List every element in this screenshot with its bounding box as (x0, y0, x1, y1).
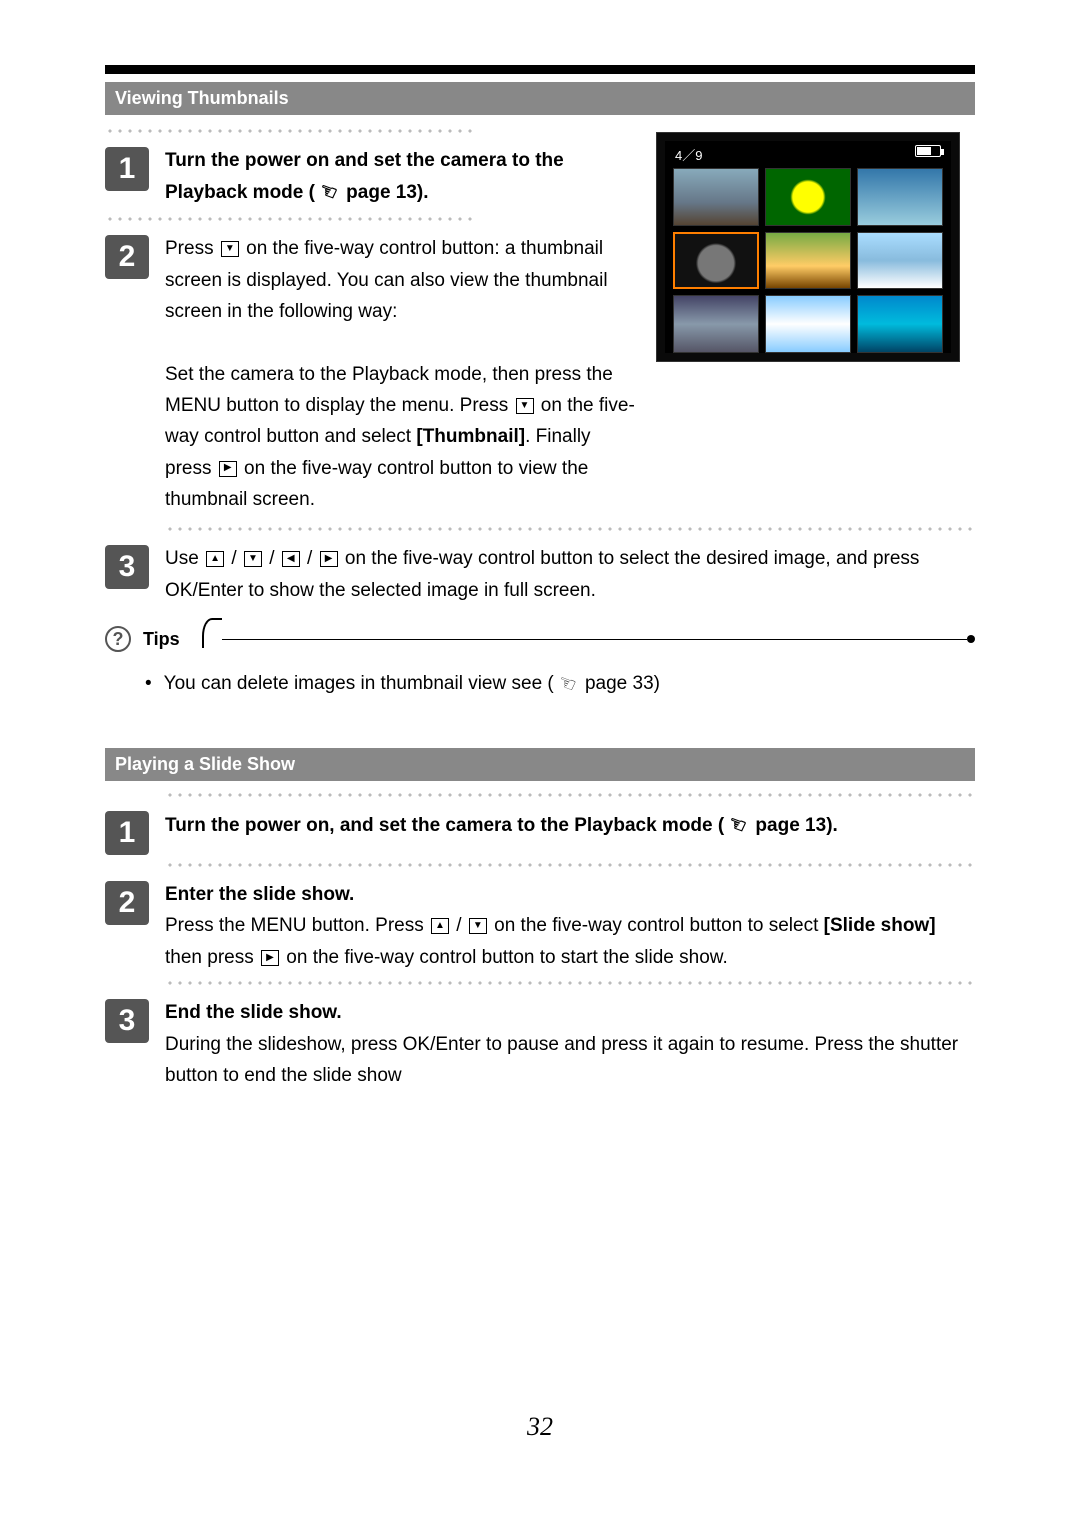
tips-label: Tips (143, 629, 190, 650)
thumbnail-grid (665, 166, 951, 361)
image-counter: 4／9 (675, 145, 702, 164)
thumbnail (673, 168, 759, 226)
tips-header: ? Tips (105, 626, 975, 652)
section1-body: 1 Turn the power on and set the camera t… (105, 123, 975, 519)
right-arrow-icon: ▶ (219, 461, 237, 477)
s2-step3-text: End the slide show. During the slideshow… (165, 981, 975, 1091)
hand-pointer-icon: ☞ (723, 807, 751, 844)
top-rule (105, 65, 975, 74)
camera-screen: 4／9 (657, 133, 959, 361)
step1-text: Turn the power on and set the camera to … (165, 129, 637, 209)
page-number: 32 (0, 1412, 1080, 1442)
tips-rule (202, 630, 975, 648)
step3-text: Use ▲ / ▼ / ◀ / ▶ on the five-way contro… (165, 527, 975, 606)
thumbnail (857, 295, 943, 353)
section1-steps: 1 Turn the power on and set the camera t… (105, 123, 637, 519)
thumbnail-selected (673, 232, 759, 290)
question-mark-icon: ? (105, 626, 131, 652)
page-content: Viewing Thumbnails 1 Turn the power on a… (105, 74, 975, 1095)
step2-text: Press ▼ on the five-way control button: … (165, 217, 637, 515)
down-arrow-icon: ▼ (516, 398, 534, 414)
right-arrow-icon: ▶ (320, 551, 338, 567)
step-number-3: 3 (105, 545, 149, 589)
section-header-thumbnails: Viewing Thumbnails (105, 82, 975, 115)
camera-screen-col: 4／9 (657, 123, 975, 519)
tips-body: •You can delete images in thumbnail view… (145, 668, 975, 700)
left-arrow-icon: ◀ (282, 551, 300, 567)
step1-bold: Turn the power on and set the camera to … (165, 150, 564, 203)
thumbnail (765, 232, 851, 290)
thumbnail (673, 295, 759, 353)
s2-step2-text: Enter the slide show. Press the MENU but… (165, 863, 975, 973)
thumbnail (857, 168, 943, 226)
down-arrow-icon: ▼ (244, 551, 262, 567)
s2-step1-text: Turn the power on, and set the camera to… (165, 793, 975, 842)
step-2-s2: 2 Enter the slide show. Press the MENU b… (105, 863, 975, 973)
thumbnail (765, 168, 851, 226)
step-3: 3 Use ▲ / ▼ / ◀ / ▶ on the five-way cont… (105, 527, 975, 606)
down-arrow-icon: ▼ (221, 241, 239, 257)
step-number-2: 2 (105, 881, 149, 925)
down-arrow-icon: ▼ (469, 918, 487, 934)
step-number-1: 1 (105, 811, 149, 855)
step-number-1: 1 (105, 147, 149, 191)
step-1-s2: 1 Turn the power on, and set the camera … (105, 793, 975, 855)
up-arrow-icon: ▲ (431, 918, 449, 934)
step-3-s2: 3 End the slide show. During the slidesh… (105, 981, 975, 1091)
bullet-icon: • (145, 673, 152, 694)
right-arrow-icon: ▶ (261, 950, 279, 966)
section-header-slideshow: Playing a Slide Show (105, 748, 975, 781)
thumbnail (857, 232, 943, 290)
up-arrow-icon: ▲ (206, 551, 224, 567)
battery-icon (915, 145, 941, 157)
step-number-3: 3 (105, 999, 149, 1043)
step-1: 1 Turn the power on and set the camera t… (105, 129, 637, 209)
step-2: 2 Press ▼ on the five-way control button… (105, 217, 637, 515)
hand-pointer-icon: ☞ (314, 174, 342, 211)
thumbnail (765, 295, 851, 353)
screen-statusbar: 4／9 (665, 141, 951, 166)
step-number-2: 2 (105, 235, 149, 279)
hand-pointer-icon: ☞ (553, 666, 581, 702)
